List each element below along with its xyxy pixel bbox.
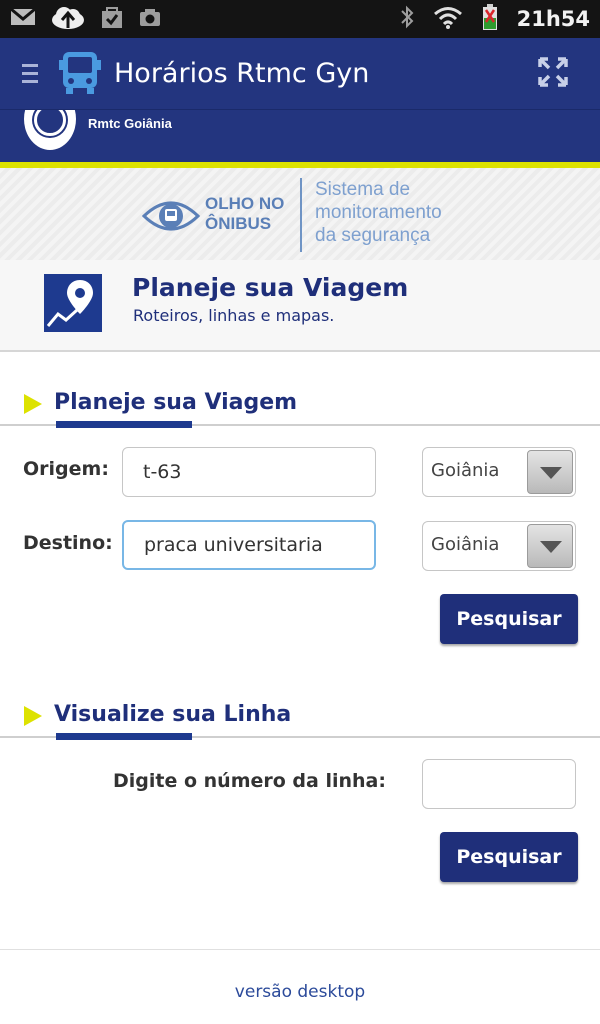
destination-city-select[interactable]: Goiânia [422,521,576,571]
origin-city-value: Goiânia [431,460,500,481]
origin-label: Origem: [23,458,109,480]
view-line-search-button[interactable]: Pesquisar [440,832,578,882]
site-logo-strip: Rmtc Goiânia [0,110,600,162]
bluetooth-icon [399,4,415,34]
chevron-down-icon[interactable] [527,524,573,568]
origin-city-select[interactable]: Goiânia [422,447,576,497]
desktop-version-link[interactable]: versão desktop [0,982,600,1002]
destination-city-value: Goiânia [431,534,500,555]
triangle-bullet-icon [24,394,42,414]
view-line-section-header: Visualize sua Linha [0,698,600,740]
destination-label: Destino: [23,532,113,554]
bus-icon[interactable] [56,48,104,100]
battery-icon [481,3,499,35]
olho-no-onibus-banner[interactable]: OLHO NO ÔNIBUS Sistema de monitoramento … [0,168,600,260]
eye-bus-icon [141,196,201,240]
plan-trip-heading: Planeje sua Viagem [54,390,298,415]
page-title: Planeje sua Viagem [132,273,409,302]
origin-input[interactable]: t-63 [122,447,376,497]
plan-trip-section-header: Planeje sua Viagem [0,386,600,428]
fullscreen-icon[interactable] [536,55,570,93]
site-brand: Rmtc Goiânia [88,116,172,131]
footer-divider [0,949,600,950]
shopping-bag-icon [100,5,124,33]
gmail-icon [10,7,36,31]
view-line-heading: Visualize sua Linha [54,702,292,727]
line-number-label: Digite o número da linha: [113,770,386,792]
app-title: Horários Rtmc Gyn [114,58,370,89]
line-number-input[interactable] [422,759,576,809]
clock: 21h54 [516,7,590,31]
menu-icon[interactable] [22,64,38,83]
sistema-text: Sistema de monitoramento da segurança [315,179,442,246]
wifi-icon [433,5,463,33]
triangle-bullet-icon [24,706,42,726]
action-bar: Horários Rtmc Gyn [0,38,600,110]
page-subtitle: Roteiros, linhas e mapas. [133,306,335,325]
destination-input[interactable]: praca universitaria [122,520,376,570]
rmtc-logo [24,110,76,150]
upload-icon [50,4,86,34]
map-pin-icon [44,274,102,332]
banner-divider [300,178,302,252]
camera-icon [138,7,162,31]
status-bar: 21h54 [0,0,600,38]
plan-trip-search-button[interactable]: Pesquisar [440,594,578,644]
chevron-down-icon[interactable] [527,450,573,494]
olho-no-onibus-text: OLHO NO ÔNIBUS [205,194,285,233]
page-header: Planeje sua Viagem Roteiros, linhas e ma… [0,260,600,352]
